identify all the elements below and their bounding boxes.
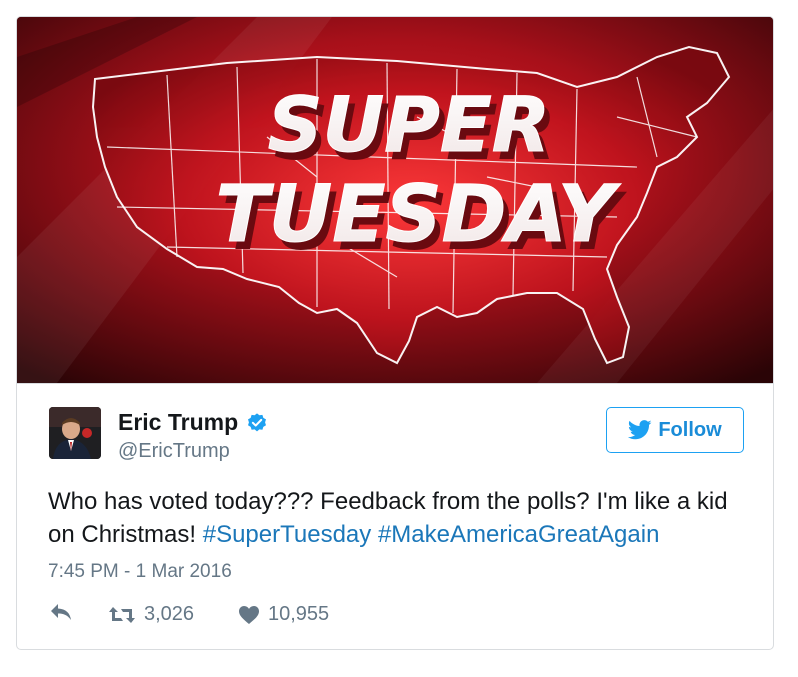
follow-button-label: Follow (658, 418, 722, 441)
avatar-photo (49, 407, 101, 459)
retweet-icon (109, 606, 135, 623)
follow-button[interactable]: Follow (606, 407, 744, 453)
twitter-bird-icon (628, 420, 652, 440)
hashtag-makeamericagreatagain[interactable]: #MakeAmericaGreatAgain (378, 521, 659, 548)
verified-badge-icon (248, 412, 267, 431)
author-avatar[interactable] (49, 407, 101, 459)
tweet-media-image[interactable]: SUPER SUPER TUESDAY TUESDAY (17, 17, 773, 384)
headline-line2: TUESDAY (216, 170, 622, 260)
tweet-timestamp[interactable]: 7:45 PM - 1 Mar 2016 (48, 562, 232, 581)
author-display-name[interactable]: Eric Trump (118, 411, 238, 434)
like-count: 10,955 (268, 603, 330, 625)
headline-line1: SUPER (268, 80, 551, 169)
tweet-actions: 3,026 10,955 (48, 603, 448, 629)
embedded-tweet-card: SUPER SUPER TUESDAY TUESDAY Eric Trump @… (16, 16, 774, 650)
heart-icon (239, 605, 259, 624)
author-name-row: Eric Trump (118, 411, 268, 434)
tweet-text: Who has voted today??? Feedback from the… (48, 485, 758, 551)
super-tuesday-graphic: SUPER SUPER TUESDAY TUESDAY (17, 17, 773, 383)
like-button[interactable]: 10,955 (238, 603, 329, 626)
retweet-button[interactable]: 3,026 (108, 603, 194, 626)
author-screen-name[interactable]: @EricTrump (118, 441, 230, 461)
hashtag-separator (371, 521, 378, 548)
retweet-count: 3,026 (144, 603, 195, 625)
reply-icon (51, 604, 71, 620)
reply-button[interactable] (50, 603, 72, 621)
hashtag-supertuesday[interactable]: #SuperTuesday (203, 521, 372, 548)
